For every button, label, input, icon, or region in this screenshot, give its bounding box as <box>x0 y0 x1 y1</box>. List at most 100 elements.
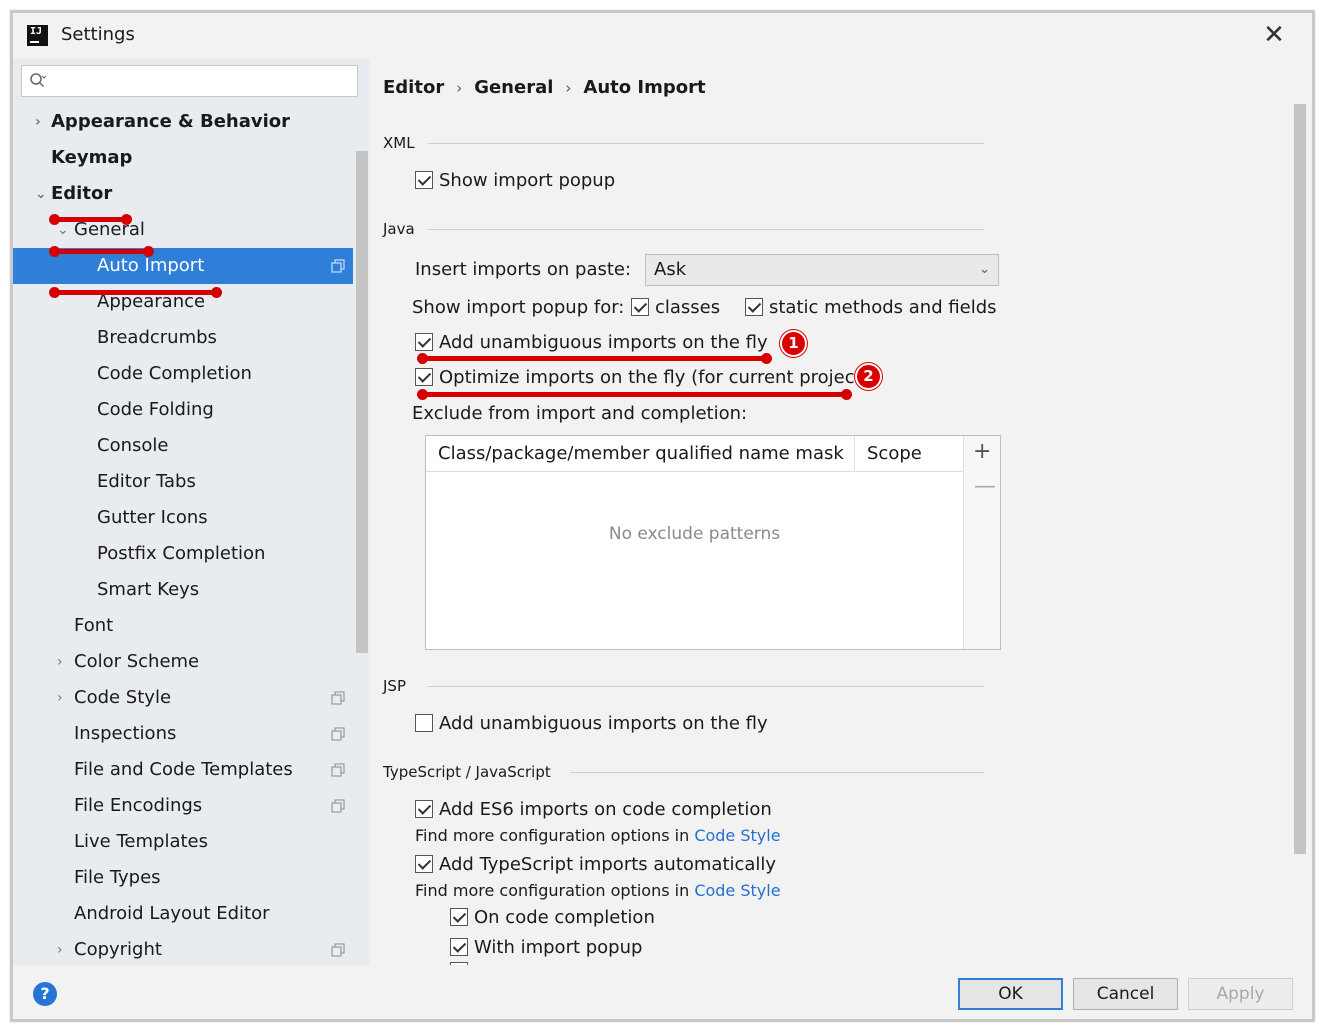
settings-sidebar: › Appearance & Behavior Keymap ⌄ Editor ⌄ Gene… <box>13 59 370 965</box>
add-unambiguous-imports-checkbox[interactable]: Add unambiguous imports on the fly <box>415 331 768 355</box>
cancel-button[interactable]: Cancel <box>1073 978 1178 1010</box>
sidebar-item-label: Editor <box>51 183 113 204</box>
section-title-xml: XML <box>383 134 415 152</box>
auto-import-panel: Editor › General › Auto Import XML Show impo… <box>370 59 1312 965</box>
section-title-jsp: JSP <box>383 677 406 695</box>
annotation-underline-1 <box>421 356 769 361</box>
breadcrumb-item: Auto Import <box>583 77 706 98</box>
annotation-dot <box>761 353 772 364</box>
section-title-java: Java <box>383 220 415 238</box>
sidebar-item-label: Live Templates <box>74 831 208 852</box>
sidebar-item-editor-tabs[interactable]: Editor Tabs <box>13 464 353 500</box>
checkbox-label: static methods and fields <box>769 297 997 318</box>
sidebar-item-copyright[interactable]: › Copyright <box>13 932 353 965</box>
checkbox-checked[interactable] <box>450 907 468 926</box>
sidebar-item-keymap[interactable]: Keymap <box>13 140 353 176</box>
code-style-link[interactable]: Code Style <box>694 826 780 845</box>
section-divider <box>428 143 984 144</box>
xml-show-import-popup-checkbox[interactable]: Show import popup <box>415 169 615 193</box>
sidebar-item-font[interactable]: Font <box>13 608 353 644</box>
find-more-config-text: Find more configuration options in Code … <box>415 826 781 845</box>
add-icon[interactable]: + <box>973 439 991 464</box>
window-title: Settings <box>61 24 135 45</box>
sidebar-item-file-encodings[interactable]: File Encodings <box>13 788 353 824</box>
add-ts-imports-checkbox[interactable]: Add TypeScript imports automatically <box>415 853 776 877</box>
main-scrollbar[interactable] <box>1294 104 1306 854</box>
add-es6-imports-checkbox[interactable]: Add ES6 imports on code completion <box>415 798 772 822</box>
breadcrumb-item[interactable]: Editor <box>383 77 444 98</box>
column-header-scope[interactable]: Scope <box>867 443 922 464</box>
sidebar-item-code-style[interactable]: › Code Style <box>13 680 353 716</box>
annotation-dot <box>121 214 132 225</box>
sidebar-item-label: Gutter Icons <box>97 507 208 528</box>
checkbox-checked[interactable] <box>631 297 649 316</box>
sidebar-item-color-scheme[interactable]: › Color Scheme <box>13 644 353 680</box>
exclude-patterns-table[interactable]: Class/package/member qualified name mask… <box>425 435 1001 650</box>
sidebar-item-editor[interactable]: ⌄ Editor <box>13 176 353 212</box>
exclude-label: Exclude from import and completion: <box>412 403 748 424</box>
chevron-right-icon[interactable]: › <box>35 104 41 140</box>
sidebar-item-android-layout-editor[interactable]: Android Layout Editor <box>13 896 353 932</box>
sidebar-item-label: Appearance & Behavior <box>51 111 291 132</box>
settings-tree: › Appearance & Behavior Keymap ⌄ Editor ⌄ Gene… <box>13 104 353 965</box>
code-style-link[interactable]: Code Style <box>694 881 780 900</box>
checkbox-checked[interactable] <box>450 937 468 956</box>
help-icon[interactable]: ? <box>33 982 57 1006</box>
sidebar-item-gutter-icons[interactable]: Gutter Icons <box>13 500 353 536</box>
sidebar-item-console[interactable]: Console <box>13 428 353 464</box>
sidebar-item-inspections[interactable]: Inspections <box>13 716 353 752</box>
chevron-right-icon[interactable]: › <box>57 932 63 965</box>
chevron-right-icon[interactable]: › <box>57 644 63 680</box>
column-header-name[interactable]: Class/package/member qualified name mask <box>438 443 844 464</box>
sidebar-item-breadcrumbs[interactable]: Breadcrumbs <box>13 320 353 356</box>
checkbox-checked[interactable] <box>415 367 433 386</box>
ok-button[interactable]: OK <box>958 978 1063 1010</box>
apply-button[interactable]: Apply <box>1188 978 1293 1010</box>
screenshot-frame: IJ Settings ✕ › Appearance & Behavior Keym… <box>0 0 1322 1030</box>
search-input[interactable] <box>21 65 358 97</box>
sidebar-item-file-types[interactable]: File Types <box>13 860 353 896</box>
column-divider <box>854 436 855 472</box>
project-scope-icon <box>331 727 345 741</box>
classes-checkbox[interactable]: classes <box>631 296 720 320</box>
sidebar-item-label: File Types <box>74 867 161 888</box>
sidebar-item-appearance-behavior[interactable]: › Appearance & Behavior <box>13 104 353 140</box>
checkbox-checked[interactable] <box>415 799 433 818</box>
static-methods-checkbox[interactable]: static methods and fields <box>745 296 997 320</box>
checkbox-checked[interactable] <box>415 332 433 351</box>
checkbox-label: Add ES6 imports on code completion <box>439 799 772 820</box>
annotation-underline-general <box>53 249 149 254</box>
checkbox-unchecked[interactable] <box>415 713 433 732</box>
jsp-add-unambiguous-checkbox[interactable]: Add unambiguous imports on the fly <box>415 712 768 736</box>
sidebar-item-label: Copyright <box>74 939 162 960</box>
sidebar-item-smart-keys[interactable]: Smart Keys <box>13 572 353 608</box>
chevron-down-icon[interactable]: ⌄ <box>35 176 47 212</box>
sidebar-item-live-templates[interactable]: Live Templates <box>13 824 353 860</box>
chevron-down-icon: ⌄ <box>979 262 990 277</box>
checkbox-checked[interactable] <box>745 297 763 316</box>
with-import-popup-checkbox[interactable]: With import popup <box>450 936 642 960</box>
sidebar-scrollbar[interactable] <box>356 151 368 653</box>
on-code-completion-checkbox[interactable]: On code completion <box>450 906 655 930</box>
sidebar-item-file-and-code-templates[interactable]: File and Code Templates <box>13 752 353 788</box>
checkbox-checked[interactable] <box>415 170 433 189</box>
insert-imports-dropdown[interactable]: Ask ⌄ <box>645 254 999 286</box>
search-icon <box>30 73 47 88</box>
breadcrumb-separator: › <box>456 79 463 97</box>
sidebar-item-postfix-completion[interactable]: Postfix Completion <box>13 536 353 572</box>
breadcrumb-item[interactable]: General <box>474 77 553 98</box>
sidebar-item-label: Editor Tabs <box>97 471 196 492</box>
sidebar-item-code-folding[interactable]: Code Folding <box>13 392 353 428</box>
sidebar-item-code-completion[interactable]: Code Completion <box>13 356 353 392</box>
close-icon[interactable]: ✕ <box>1260 21 1288 49</box>
remove-icon[interactable]: — <box>974 474 996 499</box>
title-bar: IJ Settings ✕ <box>13 13 1312 59</box>
checkbox-checked[interactable] <box>415 854 433 873</box>
checkbox-label: With import popup <box>474 937 643 958</box>
annotation-underline-2 <box>421 392 849 397</box>
sidebar-item-label: Code Completion <box>97 363 252 384</box>
chevron-right-icon[interactable]: › <box>57 680 63 716</box>
sidebar-item-label: File Encodings <box>74 795 203 816</box>
checkbox-label: classes <box>655 297 721 318</box>
optimize-imports-checkbox[interactable]: Optimize imports on the fly (for current… <box>415 366 869 390</box>
